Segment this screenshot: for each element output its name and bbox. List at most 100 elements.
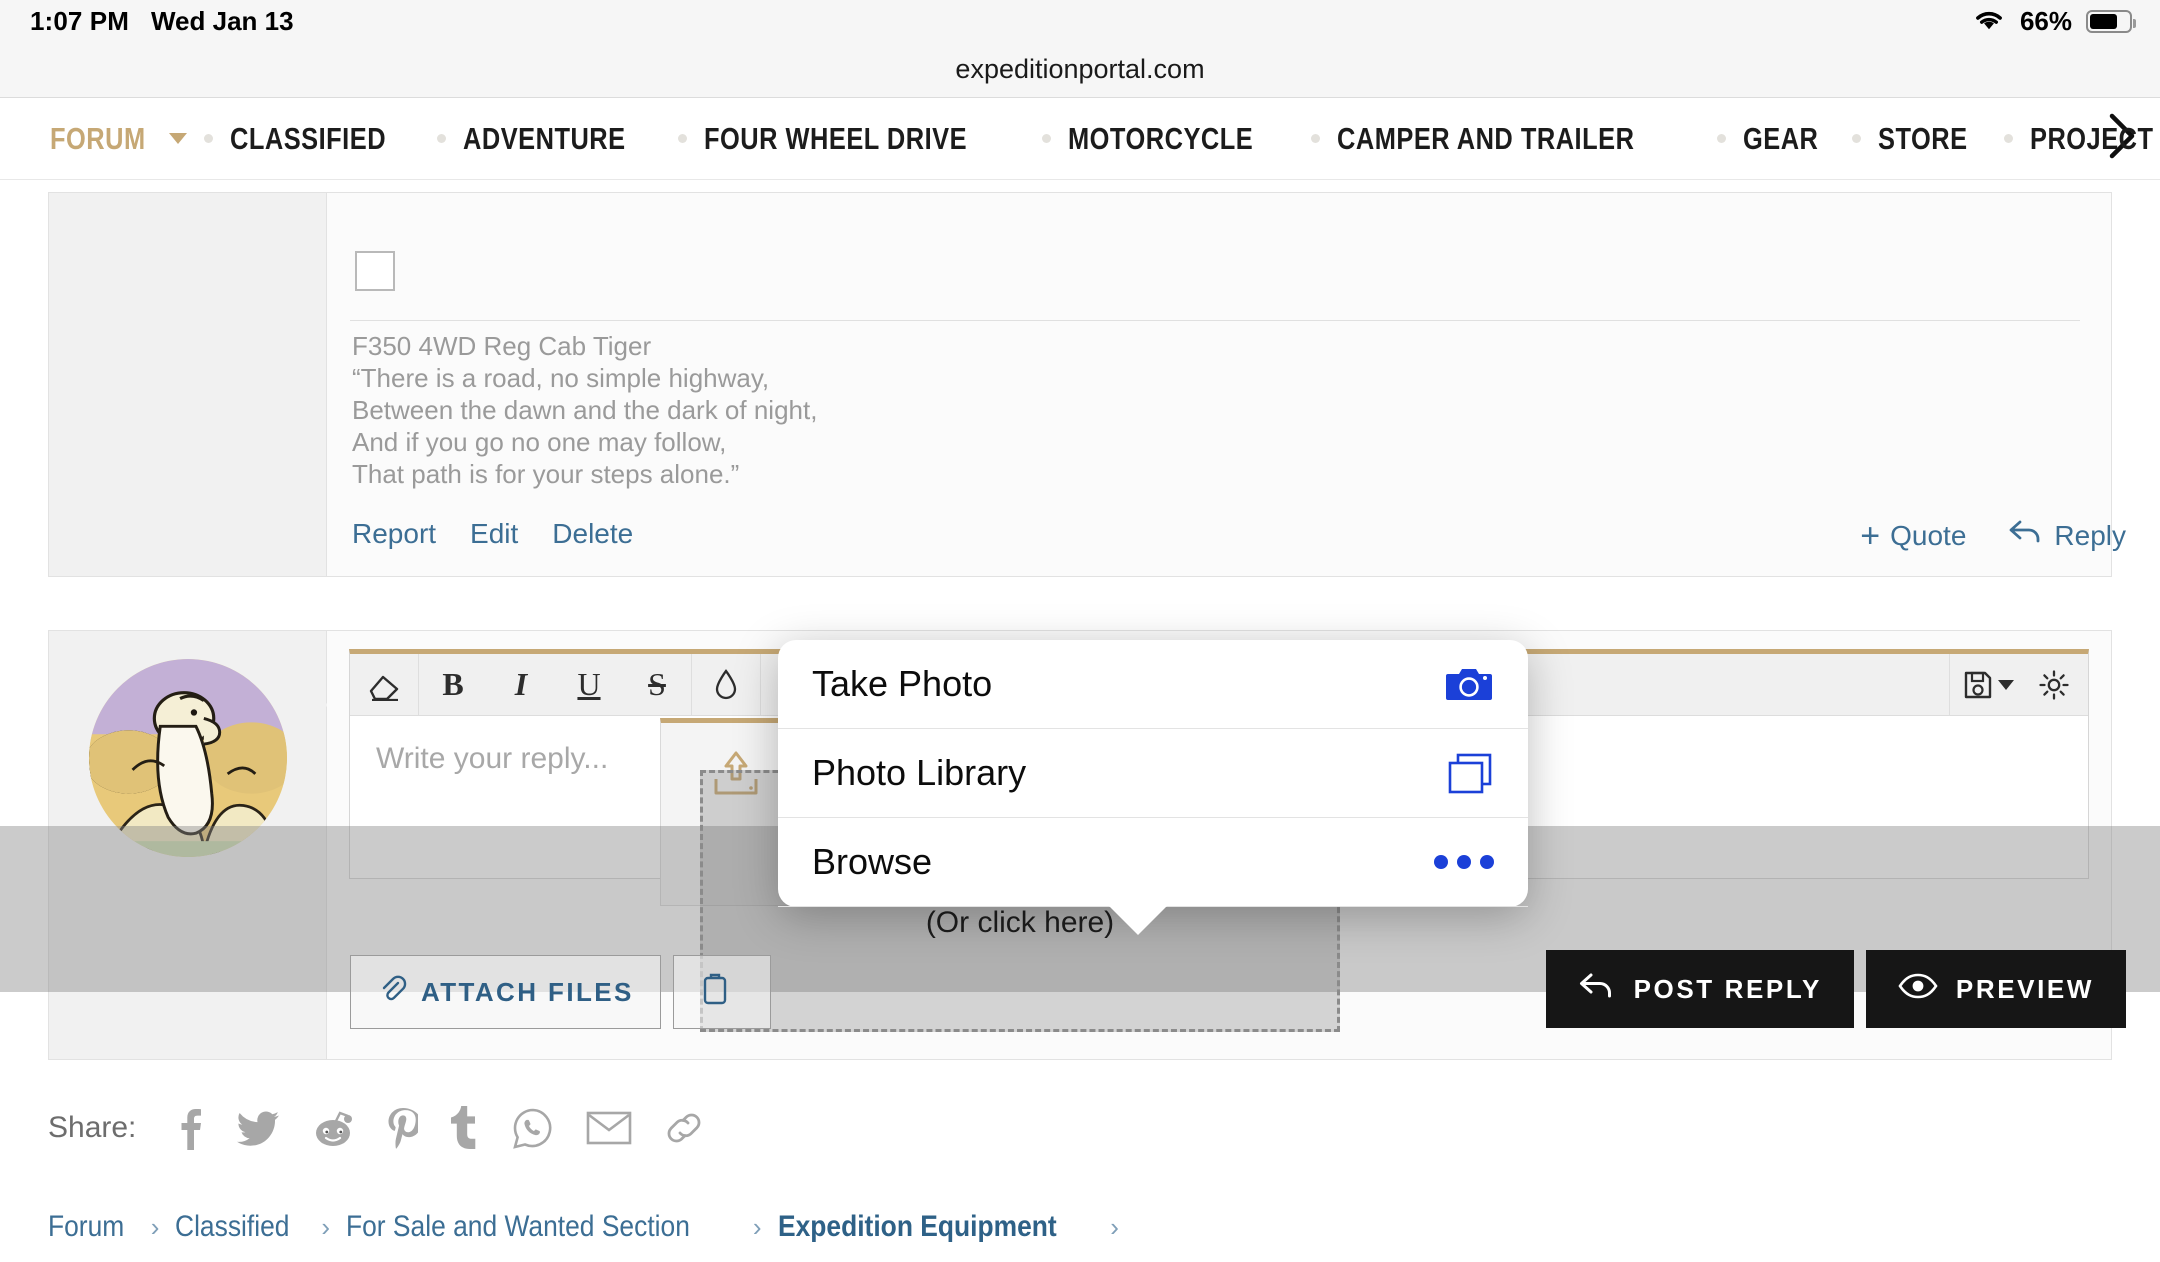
share-label: Share:	[48, 1111, 137, 1144]
toolbar-group-right	[1949, 654, 2088, 715]
chevron-down-icon[interactable]	[1998, 679, 2014, 690]
nav-separator-dot	[1716, 134, 1726, 143]
signature-line: That path is for your steps alone.”	[352, 459, 740, 489]
nav-label: CAMPER AND TRAILER	[1336, 120, 1635, 156]
eraser-icon[interactable]	[350, 654, 418, 715]
nav-item-classified[interactable]: CLASSIFIED	[230, 121, 420, 157]
preview-label: PREVIEW	[1955, 973, 2094, 1004]
post-action-links: Report Edit Delete	[352, 518, 633, 550]
gear-icon[interactable]	[2020, 654, 2088, 715]
nav-label: MOTORCYCLE	[1068, 120, 1254, 156]
breadcrumb-separator: ›	[321, 1211, 331, 1242]
tumblr-icon[interactable]	[450, 1106, 480, 1150]
photo-source-popup: Take Photo Photo Library Browse	[778, 640, 1528, 935]
nav-label: PROJECT VEHICLES	[2029, 120, 2160, 156]
breadcrumb-item-classified[interactable]: Classified	[175, 1210, 289, 1244]
camera-icon	[1444, 664, 1494, 704]
nav-item-adventure[interactable]: ADVENTURE	[463, 121, 661, 157]
nav-separator-dot	[2003, 134, 2013, 143]
post-signature: F350 4WD Reg Cab Tiger “There is a road,…	[352, 330, 817, 490]
attach-files-label: ATTACH FILES	[421, 976, 634, 1007]
signature-line: And if you go no one may follow,	[352, 427, 727, 457]
reply-arrow-icon	[1578, 971, 1616, 1008]
attach-files-button[interactable]: ATTACH FILES	[350, 955, 661, 1029]
nav-item-store[interactable]: STORE	[1878, 121, 1987, 157]
quote-label: Quote	[1890, 519, 1967, 551]
breadcrumb-item-for-sale-and-wanted-section[interactable]: For Sale and Wanted Section	[346, 1210, 690, 1244]
site-navigation: FORUM CLASSIFIED ADVENTURE FOUR WHEEL DR…	[0, 98, 2160, 180]
reply-placeholder: Write your reply...	[376, 742, 609, 775]
toolbar-group-clear	[350, 654, 419, 715]
share-row: Share:	[48, 1106, 704, 1150]
url-text: expeditionportal.com	[955, 54, 1205, 84]
popup-item-take-photo[interactable]: Take Photo	[778, 640, 1528, 729]
nav-item-motorcycle[interactable]: MOTORCYCLE	[1068, 121, 1294, 157]
chevron-down-icon	[168, 133, 187, 144]
breadcrumb-separator: ›	[150, 1211, 160, 1242]
popup-tail	[1108, 905, 1168, 935]
status-bar-right: 66%	[1972, 5, 2136, 37]
page-root: 1:07 PM Wed Jan 13 66% expeditionportal.…	[0, 0, 2160, 1262]
facebook-icon[interactable]	[178, 1106, 204, 1150]
popup-item-browse[interactable]: Browse	[778, 818, 1528, 907]
nav-separator-dot	[1042, 134, 1052, 143]
nav-item-four-wheel-drive[interactable]: FOUR WHEEL DRIVE	[704, 121, 1025, 157]
battery-icon	[2086, 9, 2136, 33]
edit-link[interactable]: Edit	[470, 518, 518, 550]
link-icon[interactable]	[664, 1107, 704, 1149]
popup-item-photo-library[interactable]: Photo Library	[778, 729, 1528, 818]
plus-icon: +	[1860, 516, 1881, 555]
breadcrumb-separator: ›	[752, 1211, 762, 1242]
bold-button[interactable]: B	[419, 654, 487, 715]
signature-line: F350 4WD Reg Cab Tiger	[352, 331, 652, 361]
nav-label: GEAR	[1742, 120, 1819, 156]
ios-status-bar: 1:07 PM Wed Jan 13 66%	[0, 0, 2160, 42]
breadcrumb-separator: ›	[1110, 1211, 1119, 1242]
breadcrumb-item-forum[interactable]: Forum	[48, 1210, 124, 1244]
reply-arrow-icon	[2008, 518, 2044, 553]
reddit-icon[interactable]	[312, 1107, 354, 1149]
wifi-icon	[1972, 6, 2006, 37]
underline-button[interactable]: U	[555, 654, 623, 715]
nav-label: CLASSIFIED	[229, 120, 386, 156]
nav-separator-dot	[1851, 134, 1861, 143]
attachment-buttons: ATTACH FILES	[350, 955, 771, 1029]
post-reply-button[interactable]: POST REPLY	[1545, 950, 1854, 1028]
nav-label: FORUM	[50, 120, 146, 156]
nav-item-gear[interactable]: GEAR	[1743, 121, 1835, 157]
nav-label: FOUR WHEEL DRIVE	[704, 120, 968, 156]
breadcrumb-item-expedition-equipment[interactable]: Expedition Equipment	[778, 1210, 1057, 1244]
preview-button[interactable]: PREVIEW	[1865, 950, 2126, 1028]
email-icon[interactable]	[586, 1110, 632, 1146]
whatsapp-icon[interactable]	[512, 1107, 554, 1149]
paste-upload-button[interactable]	[672, 955, 771, 1029]
battery-percent: 66%	[2019, 5, 2072, 36]
reply-button[interactable]: Reply	[2008, 518, 2126, 553]
pinterest-icon[interactable]	[386, 1106, 419, 1150]
browser-url-bar[interactable]: expeditionportal.com	[0, 42, 2160, 98]
nav-item-project-vehicles[interactable]: PROJECT VEHICLES	[2030, 121, 2160, 157]
popup-label: Take Photo	[812, 663, 993, 704]
signature-line: “There is a road, no simple highway,	[352, 363, 770, 393]
nav-item-forum[interactable]: FORUM	[50, 121, 187, 157]
status-date: Wed Jan 13	[150, 5, 294, 36]
eye-icon	[1898, 972, 1938, 1007]
strikethrough-button[interactable]: S	[623, 654, 691, 715]
nav-item-camper-and-trailer[interactable]: CAMPER AND TRAILER	[1337, 121, 1700, 157]
delete-link[interactable]: Delete	[552, 518, 633, 550]
twitter-icon[interactable]	[236, 1108, 280, 1148]
post-checkbox[interactable]	[355, 251, 395, 291]
nav-separator-dot	[1310, 134, 1320, 143]
report-link[interactable]: Report	[352, 518, 436, 550]
text-color-droplet-icon[interactable]	[692, 654, 760, 715]
post-action-buttons: + Quote Reply	[1860, 518, 2126, 553]
reply-label: Reply	[2054, 519, 2126, 551]
dropzone-subtitle: (Or click here)	[925, 906, 1115, 939]
popup-label: Photo Library	[812, 752, 1027, 793]
submit-buttons: POST REPLY PREVIEW	[1545, 950, 2126, 1028]
italic-button[interactable]: I	[487, 654, 555, 715]
popup-label: Browse	[812, 841, 933, 882]
ellipsis-icon	[1434, 855, 1494, 869]
quote-button[interactable]: + Quote	[1860, 519, 1966, 553]
status-time: 1:07 PM	[30, 5, 129, 36]
